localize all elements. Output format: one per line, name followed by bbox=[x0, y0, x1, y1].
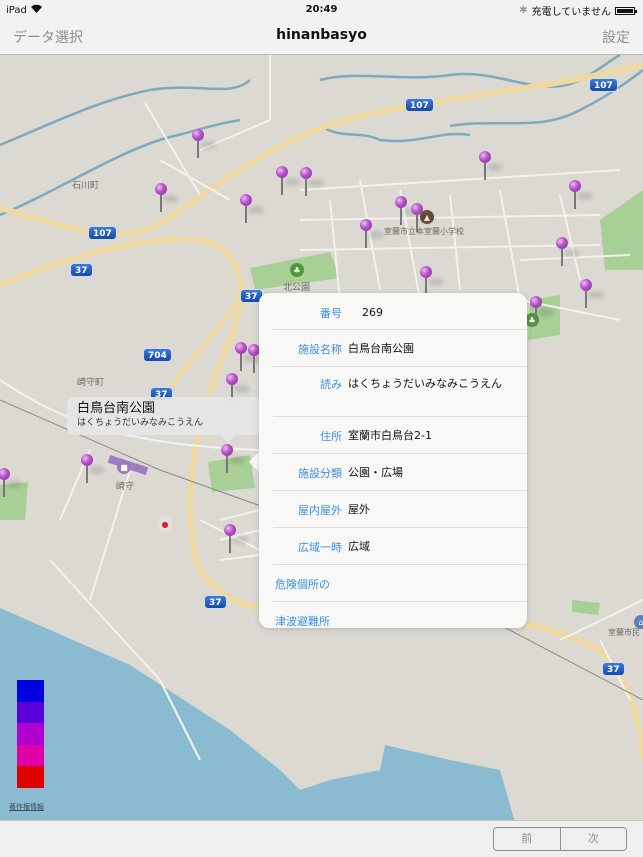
prev-button[interactable]: 前 bbox=[494, 828, 560, 850]
legend-swatch bbox=[17, 701, 44, 723]
detail-key: 津波避難所 bbox=[275, 615, 330, 628]
detail-row-number[interactable]: 番号 269 bbox=[273, 293, 527, 330]
detail-key: 屋内屋外 bbox=[298, 504, 342, 517]
detail-key: 広域一時 bbox=[298, 541, 342, 554]
train-station-icon[interactable]: ■ bbox=[117, 460, 131, 474]
detail-value: 室蘭市白鳥台2-1 bbox=[348, 429, 432, 442]
river bbox=[0, 118, 241, 217]
highway-107 bbox=[0, 62, 643, 238]
screen: iPad 20:49 ✱ 充電していません データ選択 hinanbasyo 設… bbox=[0, 0, 643, 857]
detail-row-tsunami-shelter[interactable]: 津波避難所 bbox=[273, 602, 527, 628]
popover-arrow bbox=[249, 452, 259, 472]
detail-value: 公園・広場 bbox=[348, 466, 403, 479]
evacuation-pin[interactable] bbox=[360, 219, 384, 249]
detail-key: 施設分類 bbox=[298, 467, 342, 480]
place-label: 崎守町 bbox=[77, 378, 105, 388]
park bbox=[572, 600, 600, 615]
river bbox=[0, 79, 251, 147]
detail-row-facility-name[interactable]: 施設名称 白鳥台南公園 bbox=[273, 330, 527, 367]
evacuation-pin[interactable] bbox=[556, 237, 580, 267]
evacuation-pin[interactable] bbox=[411, 203, 435, 233]
evacuation-pin[interactable] bbox=[235, 342, 259, 372]
route-shield: 107 bbox=[405, 98, 434, 112]
evacuation-pin[interactable] bbox=[530, 296, 554, 326]
river bbox=[319, 123, 471, 143]
route-shield: 37 bbox=[204, 595, 227, 609]
detail-value: 269 bbox=[362, 306, 383, 319]
detail-value: はくちょうだいみなみこうえん bbox=[348, 377, 502, 390]
legend-swatch bbox=[17, 744, 44, 766]
settings-button[interactable]: 設定 bbox=[602, 27, 630, 47]
detail-key: 住所 bbox=[320, 430, 342, 443]
evacuation-pin[interactable] bbox=[192, 129, 216, 159]
hospital-icon[interactable]: ● bbox=[158, 517, 172, 531]
detail-popover: 番号 269 施設名称 白鳥台南公園 読み はくちょうだいみなみこうえん 住所 … bbox=[259, 293, 527, 628]
prev-next-segmented-control: 前 次 bbox=[493, 827, 627, 851]
legend-swatch bbox=[17, 723, 44, 745]
evacuation-pin[interactable] bbox=[155, 183, 179, 213]
evacuation-pin[interactable] bbox=[81, 454, 105, 484]
place-label: 室蘭市民 bbox=[608, 628, 640, 637]
detail-value: 広域 bbox=[348, 540, 370, 553]
place-label: 室蘭市立本室蘭小学校 bbox=[384, 227, 464, 236]
color-legend bbox=[17, 680, 44, 788]
evacuation-pin[interactable] bbox=[479, 151, 503, 181]
status-bar: iPad 20:49 ✱ 充電していません bbox=[0, 0, 643, 20]
copyright-link[interactable]: 著作権情報 bbox=[9, 802, 44, 812]
evacuation-pin[interactable] bbox=[395, 196, 419, 226]
pin-callout[interactable]: 白鳥台南公園 はくちょうだいみなみこうえん bbox=[67, 397, 262, 435]
detail-key: 危険個所の bbox=[275, 578, 330, 591]
detail-row-reading[interactable]: 読み はくちょうだいみなみこうえん bbox=[273, 367, 527, 417]
detail-row-indoor-outdoor[interactable]: 屋内屋外 屋外 bbox=[273, 491, 527, 528]
route-shield: 704 bbox=[143, 348, 172, 362]
route-shield: 107 bbox=[88, 226, 117, 240]
detail-row-category[interactable]: 施設分類 公園・広場 bbox=[273, 454, 527, 491]
next-button[interactable]: 次 bbox=[559, 828, 627, 850]
route-shield: 107 bbox=[589, 78, 618, 92]
bluetooth-icon: ✱ bbox=[519, 5, 528, 16]
evacuation-pin[interactable] bbox=[420, 266, 444, 296]
detail-row-address[interactable]: 住所 室蘭市白鳥台2-1 bbox=[273, 417, 527, 454]
park bbox=[600, 190, 643, 270]
place-label: 石川町 bbox=[72, 181, 100, 191]
detail-key: 番号 bbox=[320, 307, 342, 320]
detail-row-hazard[interactable]: 危険個所の bbox=[273, 565, 527, 602]
route-shield: 37 bbox=[602, 662, 625, 676]
legend-swatch bbox=[17, 680, 44, 702]
charging-status: 充電していません bbox=[531, 7, 611, 18]
page-title: hinanbasyo bbox=[276, 27, 367, 43]
evacuation-pin[interactable] bbox=[580, 279, 604, 309]
route-shield: 37 bbox=[70, 263, 93, 277]
detail-value: 白鳥台南公園 bbox=[348, 342, 414, 355]
place-label: 崎守 bbox=[116, 482, 135, 492]
public-building-icon[interactable]: ⌂ bbox=[634, 615, 643, 629]
evacuation-pin[interactable] bbox=[300, 167, 324, 197]
legend-swatch bbox=[17, 766, 44, 788]
detail-key: 読み bbox=[320, 378, 342, 391]
callout-subtitle: はくちょうだいみなみこうえん bbox=[77, 418, 204, 428]
sea-east bbox=[515, 770, 643, 820]
detail-row-wide-area[interactable]: 広域一時 広域 bbox=[273, 528, 527, 565]
park-tree-icon[interactable]: ♣ bbox=[290, 263, 304, 277]
evacuation-pin[interactable] bbox=[240, 194, 264, 224]
evacuation-pin[interactable] bbox=[224, 524, 248, 554]
nav-bar: データ選択 hinanbasyo 設定 bbox=[0, 20, 643, 55]
battery-icon bbox=[615, 6, 637, 15]
detail-key: 施設名称 bbox=[298, 343, 342, 356]
sea bbox=[0, 608, 515, 820]
detail-value: 屋外 bbox=[348, 503, 370, 516]
evacuation-pin[interactable] bbox=[0, 468, 22, 498]
callout-arrow bbox=[220, 435, 236, 443]
evacuation-pin-selected[interactable] bbox=[221, 444, 245, 474]
callout-title: 白鳥台南公園 bbox=[77, 401, 156, 416]
evacuation-pin[interactable] bbox=[569, 180, 593, 210]
evacuation-pin[interactable] bbox=[276, 166, 300, 196]
bottom-toolbar: 前 次 bbox=[0, 820, 643, 857]
place-label: 北公園 bbox=[283, 283, 311, 293]
